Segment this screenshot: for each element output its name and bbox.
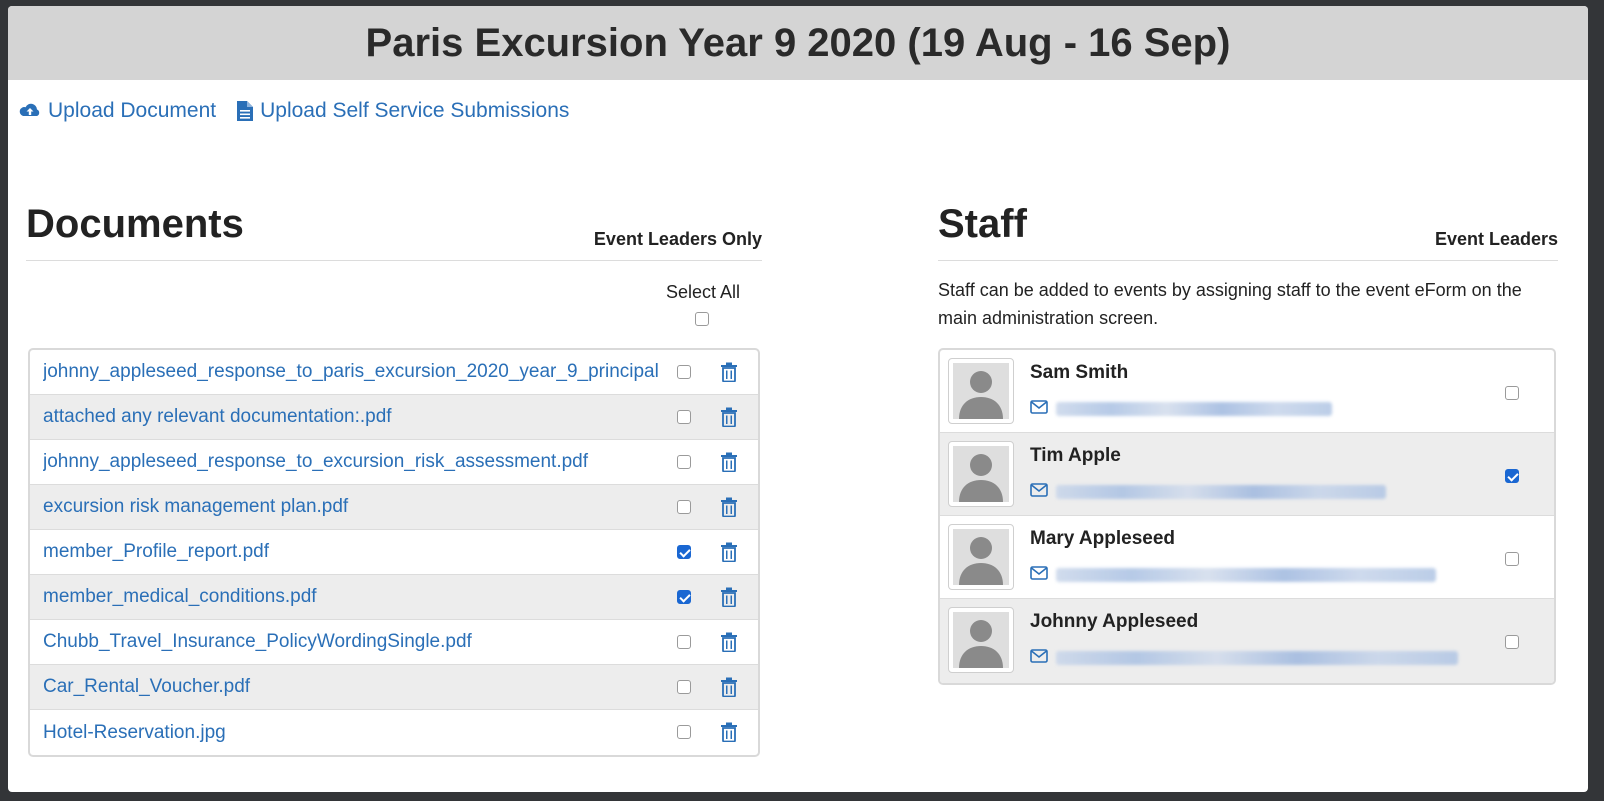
event-leader-checkbox[interactable] — [1505, 469, 1519, 483]
upload-self-service-link[interactable]: Upload Self Service Submissions — [236, 99, 569, 123]
action-links: Upload Document Upload Self Service Subm… — [18, 94, 569, 128]
event-leaders-label: Event Leaders — [1434, 229, 1558, 249]
staff-description: Staff can be added to events by assignin… — [938, 280, 1522, 328]
redacted-email — [1056, 402, 1332, 416]
redacted-email — [1056, 485, 1386, 499]
staff-name: Sam Smith — [1030, 362, 1129, 383]
document-leader-checkbox[interactable] — [677, 500, 691, 514]
staff-row: Sam Smith — [940, 350, 1554, 433]
trash-icon[interactable] — [720, 722, 738, 742]
document-row: Chubb_Travel_Insurance_PolicyWordingSing… — [30, 620, 758, 665]
staff-header: Staff Event Leaders — [938, 202, 1558, 261]
staff-row: Mary Appleseed — [940, 516, 1554, 599]
event-leader-checkbox[interactable] — [1505, 552, 1519, 566]
avatar — [948, 524, 1014, 590]
select-all-checkbox[interactable] — [695, 312, 709, 326]
event-leaders-only-label: Event Leaders Only — [593, 229, 762, 249]
trash-icon[interactable] — [720, 362, 738, 382]
person-icon — [959, 371, 1003, 419]
event-window: Paris Excursion Year 9 2020 (19 Aug - 16… — [8, 6, 1588, 792]
document-leader-checkbox[interactable] — [677, 365, 691, 379]
envelope-icon[interactable] — [1030, 566, 1048, 580]
document-leader-checkbox[interactable] — [677, 590, 691, 604]
document-row: member_medical_conditions.pdf — [30, 575, 758, 620]
document-row: johnny_appleseed_response_to_paris_excur… — [30, 350, 758, 395]
document-row: member_Profile_report.pdf — [30, 530, 758, 575]
upload-document-label: Upload Document — [48, 99, 217, 122]
document-link[interactable]: Car_Rental_Voucher.pdf — [43, 676, 663, 698]
envelope-icon[interactable] — [1030, 483, 1048, 497]
document-row: Hotel-Reservation.jpg — [30, 710, 758, 755]
avatar — [948, 441, 1014, 507]
staff-row: Johnny Appleseed — [940, 599, 1554, 683]
document-link[interactable]: Hotel-Reservation.jpg — [43, 722, 663, 744]
document-link[interactable]: johnny_appleseed_response_to_excursion_r… — [43, 451, 663, 473]
select-all-checkbox-wrap — [695, 312, 709, 331]
document-leader-checkbox[interactable] — [677, 545, 691, 559]
document-link[interactable]: attached any relevant documentation:.pdf — [43, 406, 663, 428]
staff-name: Johnny Appleseed — [1030, 611, 1199, 632]
document-link[interactable]: excursion risk management plan.pdf — [43, 496, 663, 518]
avatar — [948, 607, 1014, 673]
event-leader-checkbox[interactable] — [1505, 635, 1519, 649]
trash-icon[interactable] — [720, 452, 738, 472]
documents-title: Documents — [26, 202, 244, 246]
redacted-email — [1056, 651, 1458, 665]
person-icon — [959, 620, 1003, 668]
document-row: excursion risk management plan.pdf — [30, 485, 758, 530]
document-link[interactable]: member_medical_conditions.pdf — [43, 586, 663, 608]
cloud-upload-icon — [19, 103, 40, 116]
document-icon — [237, 101, 254, 121]
document-row: attached any relevant documentation:.pdf — [30, 395, 758, 440]
document-row: Car_Rental_Voucher.pdf — [30, 665, 758, 710]
trash-icon[interactable] — [720, 542, 738, 562]
documents-header: Documents Event Leaders Only — [26, 202, 762, 261]
documents-list: johnny_appleseed_response_to_paris_excur… — [28, 348, 760, 757]
trash-icon[interactable] — [720, 497, 738, 517]
document-link[interactable]: Chubb_Travel_Insurance_PolicyWordingSing… — [43, 631, 663, 653]
document-row: johnny_appleseed_response_to_excursion_r… — [30, 440, 758, 485]
document-leader-checkbox[interactable] — [677, 635, 691, 649]
trash-icon[interactable] — [720, 587, 738, 607]
select-all-label: Select All — [665, 282, 741, 302]
upload-document-link[interactable]: Upload Document — [18, 99, 216, 123]
staff-list: Sam Smith Tim Apple Mary Appleseed Johnny A… — [938, 348, 1556, 685]
document-leader-checkbox[interactable] — [677, 410, 691, 424]
redacted-email — [1056, 568, 1436, 582]
document-link[interactable]: johnny_appleseed_response_to_paris_excur… — [43, 361, 663, 383]
envelope-icon[interactable] — [1030, 649, 1048, 663]
document-leader-checkbox[interactable] — [677, 725, 691, 739]
envelope-icon[interactable] — [1030, 400, 1048, 414]
trash-icon[interactable] — [720, 407, 738, 427]
page-title: Paris Excursion Year 9 2020 (19 Aug - 16… — [8, 6, 1588, 80]
staff-title: Staff — [938, 202, 1027, 246]
avatar — [948, 358, 1014, 424]
staff-row: Tim Apple — [940, 433, 1554, 516]
trash-icon[interactable] — [720, 632, 738, 652]
upload-self-service-label: Upload Self Service Submissions — [260, 99, 570, 122]
person-icon — [959, 537, 1003, 585]
person-icon — [959, 454, 1003, 502]
document-leader-checkbox[interactable] — [677, 680, 691, 694]
event-leader-checkbox[interactable] — [1505, 386, 1519, 400]
document-leader-checkbox[interactable] — [677, 455, 691, 469]
staff-name: Mary Appleseed — [1030, 528, 1176, 549]
staff-name: Tim Apple — [1030, 445, 1121, 466]
document-link[interactable]: member_Profile_report.pdf — [43, 541, 663, 563]
trash-icon[interactable] — [720, 677, 738, 697]
